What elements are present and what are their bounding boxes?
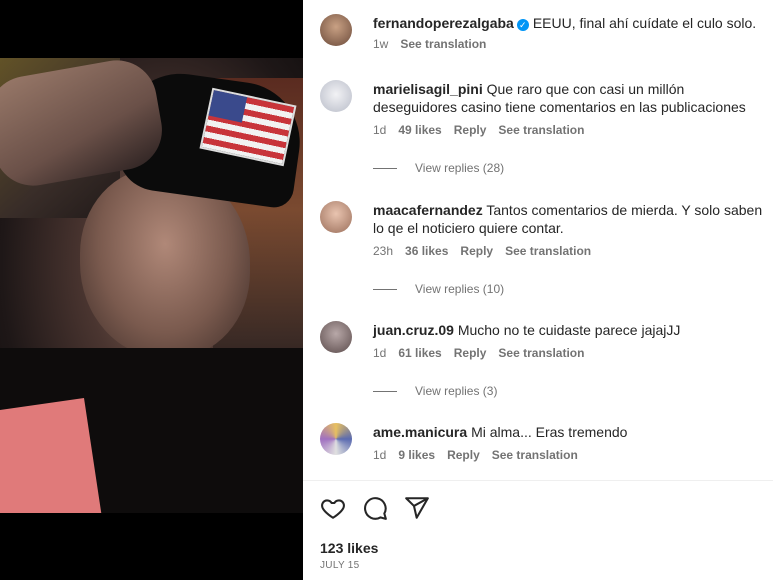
replies-line [373, 167, 397, 169]
comment: maacafernandez Tantos comentarios de mie… [320, 201, 769, 258]
view-replies-button[interactable]: View replies (3) [373, 384, 497, 398]
caption: fernandoperezalgaba ✓ EEUU, final ahí cuíd… [320, 14, 769, 51]
avatar[interactable] [320, 201, 352, 233]
heart-icon[interactable] [320, 495, 346, 521]
post-photo [0, 58, 303, 513]
view-replies-button[interactable]: View replies (28) [373, 161, 504, 175]
comment-age: 1d [373, 448, 387, 462]
see-translation-link[interactable]: See translation [492, 448, 578, 462]
likes-count[interactable]: 61 likes [398, 346, 441, 360]
username-link[interactable]: marielisagil_pini [373, 81, 483, 97]
action-bar [320, 495, 430, 521]
comment: juan.cruz.09 Mucho no te cuidaste parece… [320, 321, 769, 360]
avatar[interactable] [320, 14, 352, 46]
see-translation-link[interactable]: See translation [400, 37, 486, 51]
post-age: 1w [373, 37, 389, 51]
likes-total[interactable]: 123 likes [320, 540, 378, 556]
likes-count[interactable]: 49 likes [398, 123, 441, 137]
comment-text: Mi alma... Eras tremendo [471, 424, 628, 440]
username-link[interactable]: juan.cruz.09 [373, 322, 454, 338]
caption-text: EEUU, final ahí cuídate el culo solo. [532, 15, 757, 31]
post-media[interactable] [0, 0, 303, 580]
post-date[interactable]: JULY 15 [320, 560, 360, 571]
avatar[interactable] [320, 321, 352, 353]
reply-button[interactable]: Reply [447, 448, 480, 462]
avatar[interactable] [320, 80, 352, 112]
comments-panel: fernandoperezalgaba ✓ EEUU, final ahí cuíd… [303, 0, 773, 580]
comment-text: Mucho no te cuidaste parece jajajJJ [457, 322, 681, 338]
view-replies-label: View replies (10) [415, 282, 505, 296]
comment-icon[interactable] [362, 495, 388, 521]
see-translation-link[interactable]: See translation [498, 346, 584, 360]
share-icon[interactable] [404, 495, 430, 521]
comment-age: 1d [373, 123, 387, 137]
see-translation-link[interactable]: See translation [498, 123, 584, 137]
divider [303, 480, 773, 481]
username-link[interactable]: ame.manicura [373, 424, 467, 440]
view-replies-label: View replies (28) [415, 161, 505, 175]
view-replies-button[interactable]: View replies (10) [373, 282, 504, 296]
view-replies-label: View replies (3) [415, 384, 498, 398]
see-translation-link[interactable]: See translation [505, 244, 591, 258]
replies-line [373, 288, 397, 290]
username-link[interactable]: maacafernandez [373, 202, 483, 218]
comment: ame.manicura Mi alma... Eras tremendo 1d… [320, 423, 769, 462]
reply-button[interactable]: Reply [454, 123, 487, 137]
username-link[interactable]: fernandoperezalgaba [373, 15, 514, 31]
likes-count[interactable]: 9 likes [398, 448, 435, 462]
verified-icon: ✓ [516, 19, 529, 31]
reply-button[interactable]: Reply [460, 244, 493, 258]
comment: marielisagil_pini Que raro que con casi … [320, 80, 769, 137]
avatar[interactable] [320, 423, 352, 455]
comment-age: 1d [373, 346, 387, 360]
reply-button[interactable]: Reply [454, 346, 487, 360]
comment-age: 23h [373, 244, 394, 258]
likes-count[interactable]: 36 likes [405, 244, 448, 258]
replies-line [373, 390, 397, 392]
